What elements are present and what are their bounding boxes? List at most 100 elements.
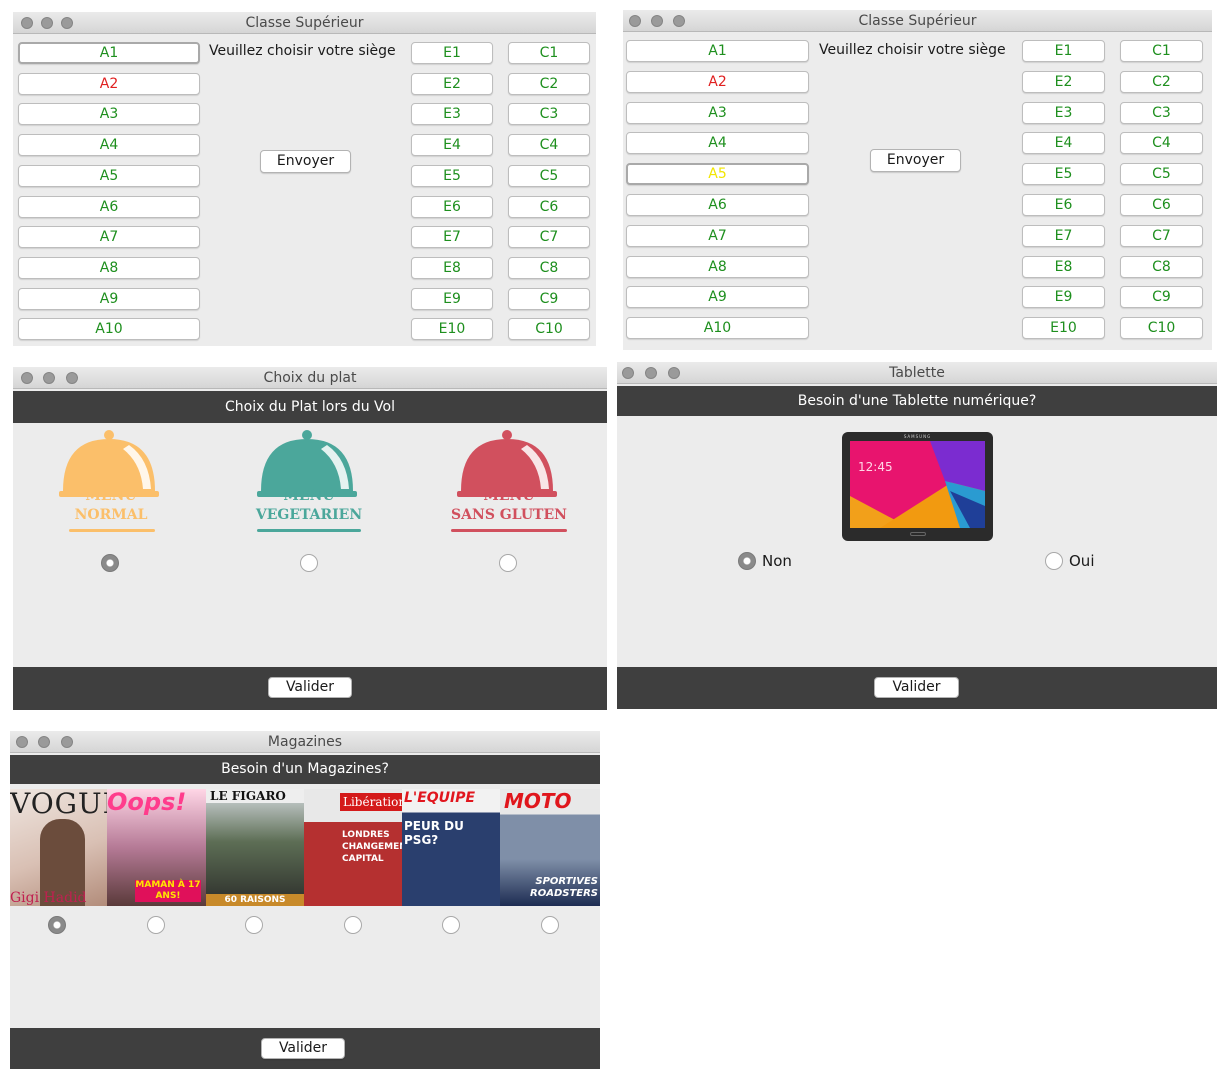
seat-button[interactable]: C6 xyxy=(508,195,590,218)
send-button[interactable]: Envoyer xyxy=(870,149,961,172)
no-radio[interactable] xyxy=(738,552,756,570)
magazine-radio-moto[interactable] xyxy=(541,916,559,934)
seat-button[interactable]: C1 xyxy=(1120,40,1203,62)
header-bar: Choix du Plat lors du Vol xyxy=(13,391,607,423)
seat-button[interactable]: A7 xyxy=(626,224,809,247)
seat-button[interactable]: A3 xyxy=(18,103,200,126)
seat-button[interactable]: C8 xyxy=(508,256,590,279)
validate-button[interactable]: Valider xyxy=(261,1038,345,1059)
seat-button[interactable]: E9 xyxy=(1022,286,1105,309)
menu-line2: VEGETARIEN xyxy=(255,507,363,523)
cover-masthead: Oops! xyxy=(107,789,187,816)
yes-radio[interactable] xyxy=(1045,552,1063,570)
seat-button[interactable]: E3 xyxy=(411,103,493,126)
seat-button[interactable]: E3 xyxy=(1022,101,1105,124)
seat-button[interactable]: A8 xyxy=(626,255,809,278)
menu-line2: SANS GLUTEN xyxy=(451,507,567,523)
window-title: Classe Supérieur xyxy=(858,13,977,29)
seat-button[interactable]: A3 xyxy=(626,101,809,124)
tablet-clock: 12:45 xyxy=(858,460,893,474)
seat-button[interactable]: A5 xyxy=(18,164,200,187)
seat-button[interactable]: E1 xyxy=(1022,40,1105,62)
seat-button[interactable]: C3 xyxy=(508,103,590,126)
seat-button[interactable]: E10 xyxy=(411,318,493,341)
seat-button[interactable]: E1 xyxy=(411,42,493,64)
magazine-cover-vogue: VOGUE Gigi Hadid xyxy=(10,789,107,906)
cover-masthead: LE FIGARO xyxy=(206,789,304,803)
seat-button[interactable]: E8 xyxy=(411,256,493,279)
seat-button[interactable]: C8 xyxy=(1120,255,1203,278)
menu-normal-radio[interactable] xyxy=(101,554,119,572)
seat-button[interactable]: E10 xyxy=(1022,317,1105,340)
seat-button[interactable]: C9 xyxy=(1120,286,1203,309)
seat-button[interactable]: A5 xyxy=(626,163,809,186)
title-bar: Choix du plat xyxy=(13,367,607,389)
seat-button[interactable]: E6 xyxy=(1022,194,1105,216)
seat-button[interactable]: E8 xyxy=(1022,255,1105,278)
seat-button[interactable]: A2 xyxy=(18,72,200,95)
seat-button[interactable]: E4 xyxy=(411,134,493,157)
seat-button[interactable]: A1 xyxy=(18,42,200,64)
seat-button[interactable]: C10 xyxy=(508,318,590,341)
seat-button[interactable]: C5 xyxy=(1120,163,1203,186)
seat-button[interactable]: E6 xyxy=(411,195,493,218)
seat-window-1: Classe Supérieur Veuillez choisir votre … xyxy=(13,12,596,346)
magazine-radio-lequipe[interactable] xyxy=(442,916,460,934)
magazine-radio-liberation[interactable] xyxy=(344,916,362,934)
seat-button[interactable]: A9 xyxy=(18,287,200,310)
seat-button[interactable]: A6 xyxy=(18,195,200,218)
yes-label: Oui xyxy=(1069,552,1095,570)
seat-button[interactable]: A4 xyxy=(626,132,809,155)
seat-button[interactable]: A4 xyxy=(18,134,200,157)
seat-button[interactable]: C3 xyxy=(1120,101,1203,124)
seat-button[interactable]: C9 xyxy=(508,287,590,310)
magazine-radio-figaro[interactable] xyxy=(245,916,263,934)
seat-button[interactable]: C2 xyxy=(1120,70,1203,93)
seat-button[interactable]: A6 xyxy=(626,194,809,216)
seat-button[interactable]: E5 xyxy=(411,164,493,187)
seat-button[interactable]: C6 xyxy=(1120,194,1203,216)
seat-button[interactable]: E2 xyxy=(411,72,493,95)
seat-button[interactable]: A10 xyxy=(626,317,809,340)
menu-vegetarien-radio[interactable] xyxy=(300,554,318,572)
seat-button[interactable]: C7 xyxy=(508,226,590,249)
magazine-radio-vogue[interactable] xyxy=(48,916,66,934)
seat-button[interactable]: E4 xyxy=(1022,132,1105,155)
seat-button[interactable]: A10 xyxy=(18,318,200,341)
seat-button[interactable]: A2 xyxy=(626,70,809,93)
validate-button[interactable]: Valider xyxy=(268,677,352,698)
seat-button[interactable]: A9 xyxy=(626,286,809,309)
seat-button[interactable]: C5 xyxy=(508,164,590,187)
no-label: Non xyxy=(762,552,792,570)
seat-button[interactable]: C4 xyxy=(508,134,590,157)
seat-button[interactable]: E9 xyxy=(411,287,493,310)
send-button[interactable]: Envoyer xyxy=(260,150,351,173)
menu-vegetarien-image: MENU VEGETARIEN xyxy=(249,427,369,539)
menu-sans-gluten-radio[interactable] xyxy=(499,554,517,572)
seat-button[interactable]: E2 xyxy=(1022,70,1105,93)
magazine-radio-oops[interactable] xyxy=(147,916,165,934)
menu-line1: MENU xyxy=(85,488,137,504)
seat-button[interactable]: C1 xyxy=(508,42,590,64)
cover-masthead: L'EQUIPE xyxy=(404,790,476,806)
magazine-cover-lequipe: L'EQUIPE PEUR DU PSG? xyxy=(402,789,500,906)
seat-button[interactable]: A8 xyxy=(18,256,200,279)
seat-button[interactable]: E7 xyxy=(411,226,493,249)
seat-button[interactable]: C2 xyxy=(508,72,590,95)
header-bar: Besoin d'un Magazines? xyxy=(10,755,600,784)
seat-button[interactable]: C7 xyxy=(1120,224,1203,247)
title-bar: Tablette xyxy=(617,362,1217,384)
cover-tagline: MAMAN À 17 ANS! xyxy=(135,880,201,902)
footer-bar: Valider xyxy=(10,1028,600,1069)
seat-button[interactable]: A1 xyxy=(626,40,809,62)
title-bar: Classe Supérieur xyxy=(623,10,1212,32)
menu-normal-image: MENU NORMAL xyxy=(51,427,171,539)
validate-button[interactable]: Valider xyxy=(874,677,959,698)
tablet-screen xyxy=(850,441,985,528)
seat-button[interactable]: E5 xyxy=(1022,163,1105,186)
seat-button[interactable]: C10 xyxy=(1120,317,1203,340)
seat-button[interactable]: A7 xyxy=(18,226,200,249)
seat-button[interactable]: E7 xyxy=(1022,224,1105,247)
seat-button[interactable]: C4 xyxy=(1120,132,1203,155)
tablet-brand: SAMSUNG xyxy=(903,434,932,439)
